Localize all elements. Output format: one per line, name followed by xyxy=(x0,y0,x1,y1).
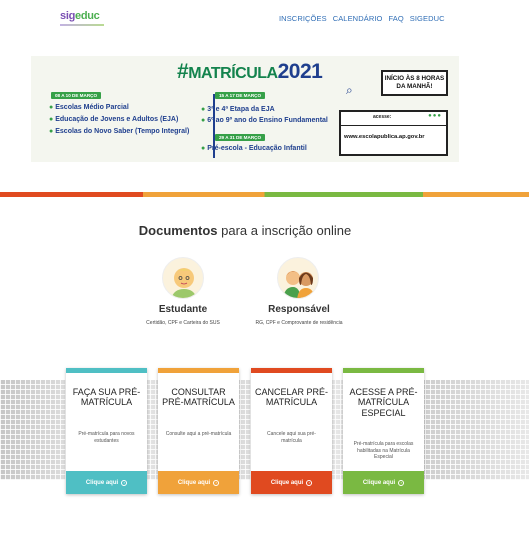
student-docs: Certidão, CPF e Carteira do SUS xyxy=(146,320,220,326)
banner-item: Pré-escola - Educação Infantil xyxy=(201,145,307,152)
nav-sigeduc[interactable]: SIGEDUC xyxy=(410,14,445,23)
student-avatar xyxy=(162,257,204,299)
card-cancel-enrollment: CANCELAR PRÉ-MATRÍCULA Cancele aqui sua … xyxy=(251,368,332,494)
matricula-banner: #MATRÍCULA2021 08 A 10 DE MARÇO Escolas … xyxy=(31,56,459,162)
new-enrollment-button[interactable]: Clique aqui › xyxy=(66,471,147,494)
banner-url[interactable]: www.escolapublica.ap.gov.br xyxy=(344,134,425,140)
logo-underline xyxy=(60,24,104,26)
consult-enrollment-button[interactable]: Clique aqui › xyxy=(158,471,239,494)
banner-item: 3ª e 4ª Etapa da EJA xyxy=(201,106,274,113)
card-special-enrollment: ACESSE A PRÉ-MATRÍCULA ESPECIAL Pré-matr… xyxy=(343,368,424,494)
student-name: Estudante xyxy=(158,304,208,315)
card-title: FAÇA SUA PRÉ-MATRÍCULA xyxy=(72,387,141,408)
cancel-enrollment-button[interactable]: Clique aqui › xyxy=(251,471,332,494)
documents-title: Documentos para a inscrição online xyxy=(0,223,490,238)
nav-inscricoes[interactable]: INSCRIÇÕES xyxy=(279,14,327,23)
guardian-name: Responsável xyxy=(268,304,330,315)
banner-item: Educação de Jovens e Adultos (EJA) xyxy=(49,116,178,123)
sigeduc-logo[interactable]: sigeduc xyxy=(60,10,104,26)
arrow-right-icon: › xyxy=(398,479,405,486)
card-desc: Pré-matrícula para escolas habilitadas n… xyxy=(353,441,414,460)
button-label: Clique aqui xyxy=(177,479,211,486)
button-label: Clique aqui xyxy=(362,479,396,486)
banner-hashtag: # xyxy=(177,60,189,83)
card-title: CANCELAR PRÉ-MATRÍCULA xyxy=(255,387,329,408)
nav-faq[interactable]: FAQ xyxy=(388,14,403,23)
banner-item: Escolas do Novo Saber (Tempo Integral) xyxy=(49,128,189,135)
browser-bar-divider xyxy=(341,125,446,126)
card-desc: Pré-matrícula para novos estudantes xyxy=(78,431,135,444)
documents-title-rest: para a inscrição online xyxy=(221,223,352,238)
window-dots-icon: ●●● xyxy=(428,113,442,119)
card-new-enrollment: FAÇA SUA PRÉ-MATRÍCULA Pré-matrícula par… xyxy=(66,368,147,494)
documents-title-bold: Documentos xyxy=(138,223,218,238)
period-pill-3: 29 A 31 DE MARÇO xyxy=(215,134,266,141)
access-label: acesse: xyxy=(373,114,392,120)
browser-mockup: acesse: ●●● www.escolapublica.ap.gov.br xyxy=(339,110,448,156)
nav-calendario[interactable]: CALENDÁRIO xyxy=(333,14,383,23)
button-label: Clique aqui xyxy=(270,479,304,486)
card-desc: Consulte aqui a pré-matrícula xyxy=(165,431,232,437)
card-desc: Cancele aqui sua pré-matrícula xyxy=(267,431,316,444)
logo-text-educ: educ xyxy=(75,10,100,22)
card-title: CONSULTAR PRÉ-MATRÍCULA xyxy=(162,387,235,408)
arrow-right-icon: › xyxy=(306,479,313,486)
arrow-right-icon: › xyxy=(121,479,128,486)
logo-text-sig: sig xyxy=(60,10,75,22)
arrow-right-icon: › xyxy=(213,479,220,486)
banner-title-word: MATRÍCULA xyxy=(188,65,278,82)
guardian-docs: RG, CPF e Comprovante de residência xyxy=(255,320,343,326)
card-title: ACESSE A PRÉ-MATRÍCULA ESPECIAL xyxy=(349,387,418,418)
top-nav: INSCRIÇÕES CALENDÁRIO FAQ SIGEDUC xyxy=(279,14,445,23)
period-pill-1: 08 A 10 DE MARÇO xyxy=(51,92,102,99)
period-pill-2: 15 A 17 DE MARÇO xyxy=(215,92,266,99)
page: sigeduc INSCRIÇÕES CALENDÁRIO FAQ SIGEDU… xyxy=(0,0,529,535)
button-label: Clique aqui xyxy=(85,479,119,486)
banner-item: Escolas Médio Parcial xyxy=(49,104,129,111)
card-consult-enrollment: CONSULTAR PRÉ-MATRÍCULA Consulte aqui a … xyxy=(158,368,239,494)
special-enrollment-button[interactable]: Clique aqui › xyxy=(343,471,424,494)
banner-item: 6º ao 9º ano do Ensino Fundamental xyxy=(201,117,328,124)
banner-title-year: 2021 xyxy=(277,60,323,83)
color-stripe xyxy=(0,192,529,197)
start-time-notice: INÍCIO ÀS 8 HORAS DA MANHÃ! xyxy=(381,70,448,96)
banner-title: #MATRÍCULA2021 xyxy=(177,60,323,84)
guardian-avatar xyxy=(277,257,319,299)
search-icon: ⌕ xyxy=(346,83,353,97)
